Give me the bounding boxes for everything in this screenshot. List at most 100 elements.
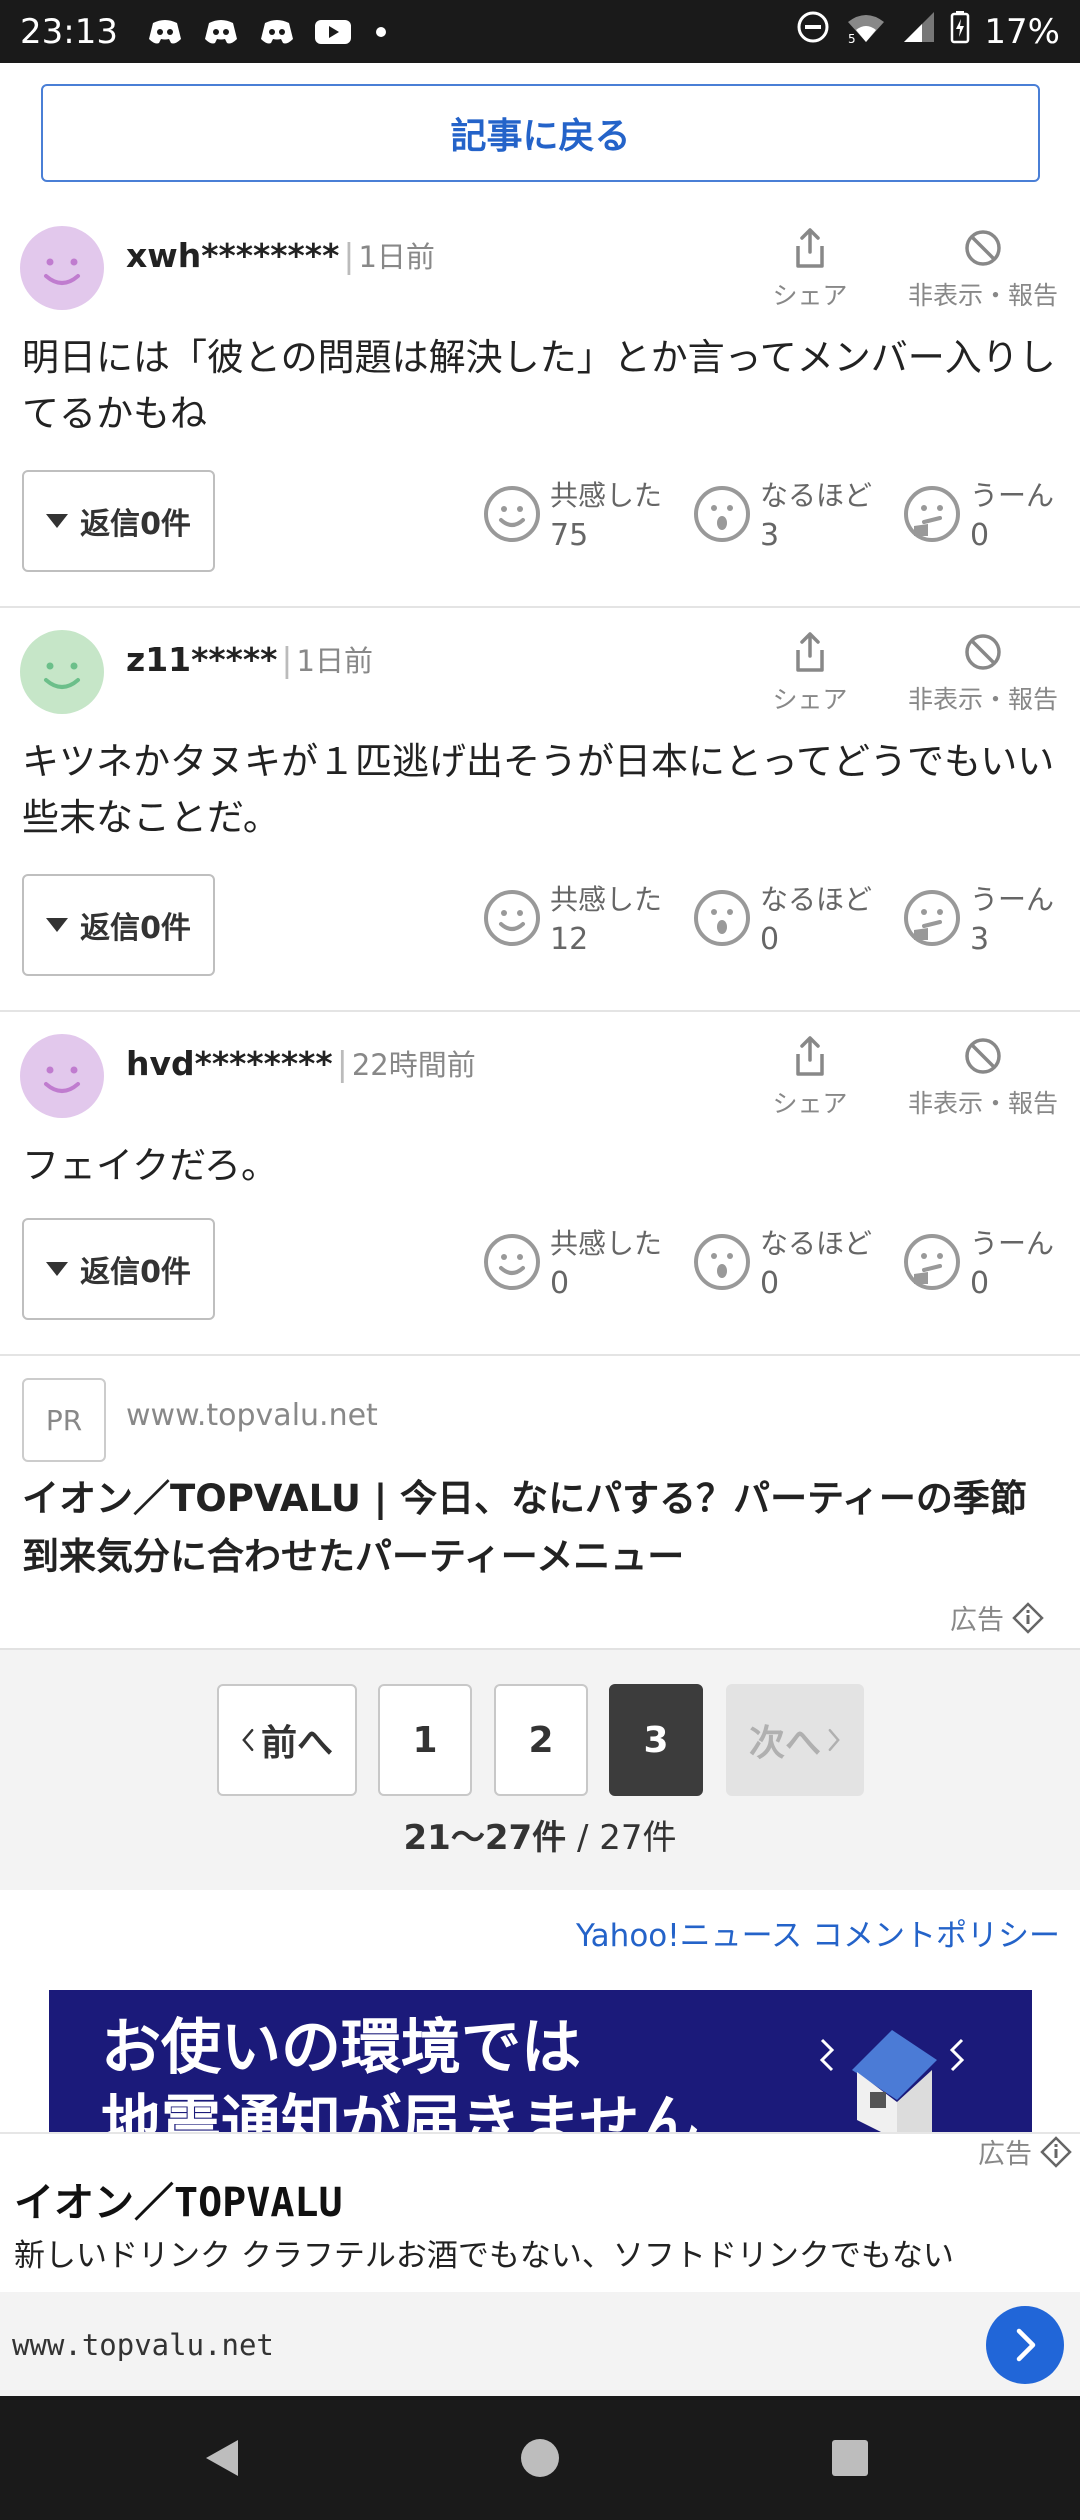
prev-label: 前へ [260, 1723, 333, 1764]
reaction-count: 3 [760, 518, 780, 553]
reaction-label: 共感した [550, 883, 663, 916]
reaction-label: うーん [970, 479, 1055, 512]
discord-icon [144, 15, 186, 49]
next-page-button[interactable]: 次へ [726, 1684, 864, 1796]
recents-icon[interactable] [826, 2434, 874, 2482]
banner-line-1: お使いの環境では [101, 2013, 581, 2083]
youtube-icon [312, 15, 354, 49]
comment-username[interactable]: hvd******** | 22時間前 [126, 1042, 476, 1084]
reaction-label: なるほど [760, 883, 873, 916]
comment-time: 22時間前 [351, 1048, 476, 1082]
reply-button[interactable]: 返信 0件 [22, 1218, 215, 1320]
thinking-face-icon [904, 486, 960, 542]
bottom-ad[interactable]: 広告 イオン／TOPVALU 新しいドリンク クラフテルお酒でもない、ソフトドリ… [0, 2132, 1080, 2396]
reply-button[interactable]: 返信 0件 [22, 874, 215, 976]
banner-line-2: 地震通知が届きません [101, 2089, 700, 2132]
avatar[interactable] [20, 1034, 104, 1118]
pagination: 前へ 1 2 3 次へ 21〜27件 / 27件 [0, 1648, 1080, 1890]
share-button[interactable]: シェア [768, 226, 852, 312]
avatar[interactable] [20, 226, 104, 310]
reaction-hmm-button[interactable]: うーん 0 [902, 476, 1054, 556]
avatar[interactable] [20, 630, 104, 714]
reaction-insight-button[interactable]: なるほど 3 [692, 476, 872, 556]
system-navigation-bar [0, 2396, 1080, 2520]
page-1-button[interactable]: 1 [378, 1684, 472, 1796]
info-diamond-icon [1012, 1601, 1044, 1634]
home-icon[interactable] [516, 2434, 564, 2482]
reaction-hmm-button[interactable]: うーん 3 [902, 880, 1054, 960]
battery-percent: 17% [984, 11, 1060, 52]
reply-count: 0件 [140, 1255, 191, 1290]
share-button[interactable]: シェア [768, 630, 852, 716]
share-label: シェア [772, 1089, 848, 1118]
username-text[interactable]: xwh******** [126, 236, 339, 275]
reaction-empathy-button[interactable]: 共感した 0 [482, 1224, 662, 1304]
earthquake-notice-banner[interactable]: お使いの環境では 地震通知が届きません [49, 1990, 1032, 2132]
separator: | [336, 1044, 348, 1083]
username-text[interactable]: hvd******** [126, 1044, 333, 1083]
caret-down-icon [46, 1262, 69, 1276]
avatar-bg [20, 226, 104, 310]
share-button[interactable]: シェア [768, 1034, 852, 1120]
page-2-button[interactable]: 2 [494, 1684, 588, 1796]
separator: | [343, 236, 355, 275]
ad-info-button[interactable]: 広告 [950, 1598, 1044, 1637]
ad-open-button[interactable] [986, 2306, 1064, 2384]
ad-info-button[interactable]: 広告 [978, 2132, 1072, 2171]
comment-username[interactable]: z11***** | 1日前 [126, 638, 373, 680]
discord-icon [200, 15, 242, 49]
reaction-insight-button[interactable]: なるほど 0 [692, 880, 872, 960]
hide-report-button[interactable]: 非表示・報告 [900, 632, 1066, 716]
pr-ad-title[interactable]: イオン／TOPVALU | 今日、なにパする？パーティーの季節到来気分に合わせた… [22, 1470, 1062, 1586]
status-time: 23:13 [20, 11, 118, 52]
back-icon[interactable] [198, 2434, 246, 2482]
smile-icon [484, 486, 540, 542]
ad-url-bar[interactable]: www.topvalu.net [0, 2292, 1080, 2396]
reply-label: 返信 [80, 911, 141, 946]
next-label: 次へ [748, 1723, 821, 1764]
username-text[interactable]: z11***** [126, 640, 277, 679]
ad-title[interactable]: イオン／TOPVALU [14, 2170, 343, 2228]
page-3-button[interactable]: 3 [609, 1684, 703, 1796]
hide-report-label: 非表示・報告 [907, 1089, 1058, 1118]
avatar-bg [20, 630, 104, 714]
reaction-empathy-button[interactable]: 共感した 12 [482, 880, 662, 960]
ad-url[interactable]: www.topvalu.net [12, 2328, 274, 2362]
thinking-face-icon [904, 1234, 960, 1290]
block-icon [965, 634, 1001, 670]
reaction-insight-button[interactable]: なるほど 0 [692, 1224, 872, 1304]
back-to-article-button[interactable]: 記事に戻る [41, 84, 1040, 182]
ad-description: 新しいドリンク クラフテルお酒でもない、ソフトドリンクでもない [14, 2238, 954, 2274]
notification-dot-icon [375, 26, 386, 37]
share-icon [796, 1036, 824, 1076]
chevron-right-icon [828, 1728, 840, 1752]
chevron-right-icon [1016, 2328, 1036, 2362]
result-count: 21〜27件 / 27件 [0, 1810, 1080, 1859]
comment-item: xwh******** | 1日前 シェア 非表示・報告 明日には「彼との問題は解決… [0, 204, 1080, 608]
smile-icon [484, 890, 540, 946]
reply-count: 0件 [140, 507, 191, 542]
reaction-count: 3 [970, 922, 990, 957]
comment-username[interactable]: xwh******** | 1日前 [126, 234, 435, 276]
comment-policy-link[interactable]: Yahoo!ニュース コメントポリシー [576, 1910, 1060, 1955]
separator: | [281, 640, 293, 679]
info-diamond-icon [1040, 2135, 1072, 2168]
caret-down-icon [46, 514, 69, 528]
comment-text: 明日には「彼との問題は解決した」とか言ってメンバー入りしてるかもね [22, 336, 1056, 435]
pr-ad-domain[interactable]: www.topvalu.net [126, 1398, 378, 1433]
block-icon [965, 1038, 1001, 1074]
reaction-hmm-button[interactable]: うーん 0 [902, 1224, 1054, 1304]
comment-time: 1日前 [296, 644, 373, 678]
caret-down-icon [46, 918, 69, 932]
status-bar: 23:13 5 17% [0, 0, 1080, 63]
hide-report-label: 非表示・報告 [907, 685, 1058, 714]
smile-icon [484, 1234, 540, 1290]
prev-page-button[interactable]: 前へ [217, 1684, 357, 1796]
hide-report-button[interactable]: 非表示・報告 [900, 1036, 1066, 1120]
reaction-count: 0 [970, 518, 990, 553]
ad-label: 広告 [978, 2139, 1032, 2170]
reply-button[interactable]: 返信 0件 [22, 470, 215, 572]
hide-report-button[interactable]: 非表示・報告 [900, 228, 1066, 312]
reaction-empathy-button[interactable]: 共感した 75 [482, 476, 662, 556]
chevron-left-icon [242, 1728, 254, 1752]
